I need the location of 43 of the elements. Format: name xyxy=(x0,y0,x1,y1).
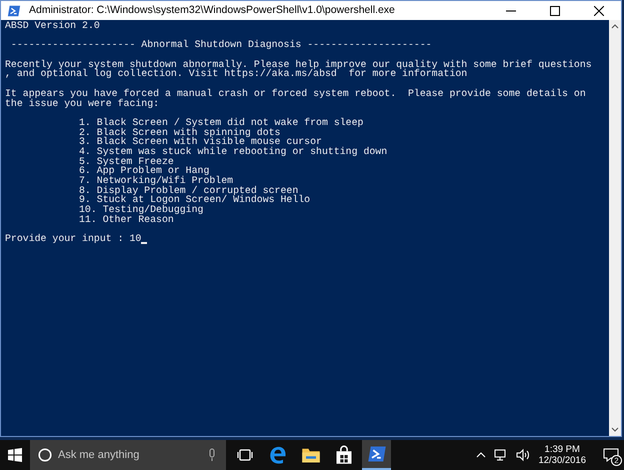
menu-option: 11. Other Reason xyxy=(5,214,609,224)
console-line: --------------------- Abnormal Shutdown Diagnosis --------------------- xyxy=(10,40,433,50)
chevron-up-icon[interactable] xyxy=(476,450,486,460)
clock-time: 1:39 PM xyxy=(544,444,580,455)
menu-option: 3. Black Screen with visible mouse cursor xyxy=(5,137,609,147)
window-title: Administrator: C:\Windows\system32\WindowsPowerShell\v1.0\powershell.exe xyxy=(29,2,395,18)
powershell-icon xyxy=(366,444,386,464)
menu-option: 7. Networking/Wifi Problem xyxy=(5,176,609,186)
powershell-icon xyxy=(7,4,21,18)
search-placeholder: Ask me anything xyxy=(58,448,140,463)
clock[interactable]: 1:39 PM 12/30/2016 xyxy=(538,444,586,466)
console-line: It appears you have forced a manual crash or forced system reboot. Please provide some details on xyxy=(5,88,587,98)
console-line: Recently your system shutdown abnormally. Please help improve our quality with some brief questions xyxy=(5,60,593,70)
text-cursor xyxy=(141,242,148,244)
taskbar-app[interactable] xyxy=(362,440,391,470)
input-value[interactable]: 10 xyxy=(129,234,142,244)
circle-icon xyxy=(38,448,52,462)
task-view-icon xyxy=(236,447,252,463)
menu-option: 2. Black Screen with spinning dots xyxy=(5,128,609,138)
scroll-up-icon xyxy=(611,22,619,30)
scrollbar[interactable] xyxy=(609,20,621,436)
menu-option: 1. Black Screen / System did not wake from sleep xyxy=(5,118,609,128)
menu-option: 5. System Freeze xyxy=(5,156,609,166)
shopping-bag-icon xyxy=(334,445,354,465)
scroll-down-icon xyxy=(611,426,619,434)
input-prompt: Provide your input : xyxy=(5,234,125,244)
menu-option: 6. App Problem or Hang xyxy=(5,166,609,176)
console-line: , and optional log collection. Visit https://aka.ms/absd for more information xyxy=(5,69,468,80)
console-line: the issue you were facing: xyxy=(5,98,160,108)
menu-option: 10. Testing/Debugging xyxy=(5,205,609,215)
close-icon xyxy=(594,6,604,16)
windows-logo-icon xyxy=(8,448,22,462)
speaker-icon[interactable] xyxy=(516,448,530,462)
menu-option: 4. System was stuck while rebooting or shutting down xyxy=(5,146,609,157)
menu-option: 9. Stuck at Logon Screen/ Windows Hello xyxy=(5,195,609,206)
network-icon[interactable] xyxy=(494,448,508,462)
message-icon xyxy=(603,447,619,463)
menu-option: 8. Display Problem / corrupted screen xyxy=(5,186,609,196)
clock-date: 12/30/2016 xyxy=(538,455,586,466)
maximize-icon xyxy=(550,6,560,16)
console-line: ABSD Version 2.0 xyxy=(5,21,101,31)
search-box[interactable]: Ask me anything xyxy=(30,440,226,470)
browser-e-icon xyxy=(268,445,288,465)
